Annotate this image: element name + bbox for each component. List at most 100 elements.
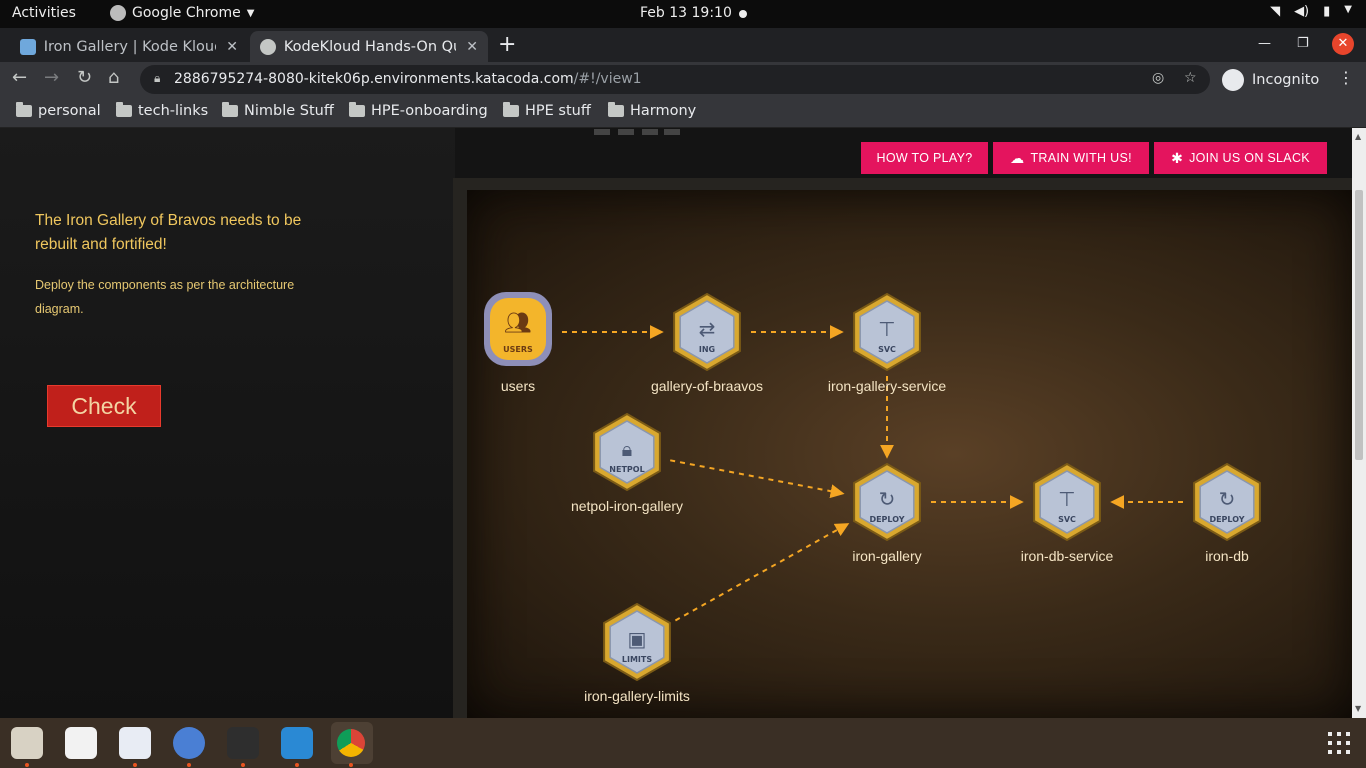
clock[interactable]: Feb 13 19:10 (640, 5, 732, 21)
files-icon[interactable] (11, 727, 43, 759)
how-to-play-button[interactable]: HOW TO PLAY? (861, 142, 988, 174)
volume-icon: ◀) (1294, 4, 1310, 19)
node-iron-gallery-service[interactable]: ⊤ SVC (853, 292, 921, 372)
tab-strip: Iron Gallery | Kode Kloud ✕ KodeKloud Ha… (0, 28, 1366, 62)
running-indicator (295, 763, 299, 767)
close-icon[interactable]: ✕ (466, 39, 478, 55)
folder-icon (349, 102, 365, 117)
incognito-profile[interactable]: Incognito (1218, 65, 1329, 94)
lock-icon: 🔒︎ (154, 71, 161, 85)
cloud-icon: ☁ (1010, 149, 1025, 166)
app-menu[interactable]: Google Chrome ▼ (110, 5, 254, 21)
globe-icon (260, 38, 276, 55)
home-icon[interactable]: ⌂ (108, 67, 119, 88)
node-label-gallery-of-braavos: gallery-of-braavos (650, 378, 764, 394)
reload-icon[interactable]: ↻ (77, 67, 92, 88)
notification-dot-icon (739, 10, 747, 18)
node-badge-text: DEPLOY (1209, 515, 1244, 524)
folder-icon (503, 102, 519, 117)
bookmark-label: tech-links (138, 103, 209, 119)
node-gallery-of-braavos[interactable]: ⇄ ING (673, 292, 741, 372)
bookmark-nimble-stuff[interactable]: Nimble Stuff (222, 102, 334, 119)
slack-label: JOIN US ON SLACK (1189, 151, 1310, 165)
new-tab-button[interactable]: + (498, 32, 516, 57)
browser-toolbar: ← → ↻ ⌂ 🔒︎ 2886795274-8080-kitek06p.envi… (0, 62, 1366, 96)
show-applications-icon[interactable] (1328, 732, 1350, 754)
decorative-dots (594, 129, 680, 135)
bookmark-harmony[interactable]: Harmony (608, 102, 697, 119)
close-icon[interactable]: ✕ (226, 39, 238, 55)
page-scrollbar[interactable]: ▲ ▼ (1352, 128, 1366, 718)
bookmark-tech-links[interactable]: tech-links (116, 102, 209, 119)
app-menu-label: Google Chrome (132, 5, 241, 21)
bookmark-label: HPE stuff (525, 103, 591, 119)
tab-kodekloud-quest[interactable]: KodeKloud Hands-On Qu ✕ (250, 31, 488, 62)
node-label-iron-gallery: iron-gallery (852, 548, 922, 564)
node-badge-text: SVC (1058, 515, 1076, 524)
join-slack-button[interactable]: ✱ JOIN US ON SLACK (1154, 142, 1327, 174)
node-badge-text: ING (699, 345, 715, 354)
window-close-button[interactable]: ✕ (1332, 33, 1354, 55)
bookmark-label: personal (38, 103, 101, 119)
running-indicator (241, 763, 245, 767)
bookmark-hpe-stuff[interactable]: HPE stuff (503, 102, 591, 119)
eye-off-icon[interactable]: ◎ (1152, 70, 1164, 86)
node-iron-gallery-limits[interactable]: ▣ LIMITS (603, 602, 671, 682)
check-button[interactable]: Check (47, 385, 161, 427)
node-label-netpol-iron-gallery: netpol-iron-gallery (570, 498, 684, 514)
how-to-play-label: HOW TO PLAY? (876, 151, 973, 165)
node-iron-gallery[interactable]: ↻ DEPLOY (853, 462, 921, 542)
node-iron-db-service[interactable]: ⊤ SVC (1033, 462, 1101, 542)
slack-app-icon[interactable] (65, 727, 97, 759)
architecture-diagram: 👥︎ USERS ⇄ ING ⊤ SVC 🔒︎ NETPOL ↻ DEPLOY ⊤ SVC ↻ DEPLO… (484, 292, 1261, 682)
incognito-icon (1222, 68, 1244, 91)
minimize-icon[interactable]: — (1258, 36, 1271, 51)
vscode-icon[interactable] (281, 727, 313, 759)
bookmark-hpe-onboarding[interactable]: HPE-onboarding (349, 102, 488, 119)
url-host: 2886795274-8080-kitek06p.environments.ka… (174, 71, 574, 87)
profile-label: Incognito (1252, 71, 1320, 88)
node-netpol-iron-gallery[interactable]: 🔒︎ NETPOL (593, 412, 661, 492)
node-badge-text: LIMITS (622, 655, 652, 664)
train-with-us-button[interactable]: ☁ TRAIN WITH US! (993, 142, 1149, 174)
wifi-icon: ◥ (1270, 4, 1281, 19)
tab-title: KodeKloud Hands-On Qu (283, 38, 457, 55)
back-arrow-icon[interactable]: ← (12, 67, 27, 88)
page-content: The Iron Gallery of Bravos needs to be r… (0, 128, 1352, 718)
chromium-icon[interactable] (173, 727, 205, 759)
scroll-down-icon[interactable]: ▼ (1355, 704, 1361, 713)
edge-iron-gallery-limits-to-iron-gallery (674, 523, 850, 622)
deploy-icon: ↻ (879, 487, 896, 511)
system-tray[interactable]: ◥ ◀) ▮ ▼ (1270, 4, 1352, 19)
forward-arrow-icon[interactable]: → (44, 67, 59, 88)
more-menu-icon[interactable]: ⋮ (1338, 68, 1354, 87)
text-editor-icon[interactable] (119, 727, 151, 759)
activities-button[interactable]: Activities (12, 5, 76, 21)
edge-netpol-iron-gallery-to-iron-gallery (670, 459, 845, 499)
system-top-bar: Activities Google Chrome ▼ Feb 13 19:10 … (0, 0, 1366, 28)
bookmark-label: HPE-onboarding (371, 103, 488, 119)
svc-icon: ⊤ (878, 317, 895, 341)
address-bar[interactable]: 🔒︎ 2886795274-8080-kitek06p.environments… (140, 65, 1210, 94)
netpol-icon: 🔒︎ (622, 437, 633, 461)
maximize-icon[interactable]: ❐ (1297, 36, 1309, 51)
node-users[interactable]: 👥︎ USERS (484, 292, 552, 366)
bookmark-personal[interactable]: personal (16, 102, 101, 119)
bookmark-label: Harmony (630, 103, 697, 119)
kodekloud-favicon-icon (20, 38, 36, 55)
limits-icon: ▣ (628, 627, 647, 651)
url-path: /#!/view1 (573, 71, 642, 87)
scrollbar-thumb[interactable] (1355, 190, 1363, 460)
node-badge-text: SVC (878, 345, 896, 354)
star-icon[interactable]: ☆ (1184, 70, 1197, 86)
node-iron-db[interactable]: ↻ DEPLOY (1193, 462, 1261, 542)
chrome-icon (110, 5, 126, 21)
caret-down-icon: ▼ (1344, 4, 1352, 15)
scroll-up-icon[interactable]: ▲ (1355, 132, 1361, 141)
deploy-icon: ↻ (1219, 487, 1236, 511)
tab-iron-gallery[interactable]: Iron Gallery | Kode Kloud ✕ (10, 31, 248, 62)
terminal-icon[interactable] (227, 727, 259, 759)
folder-icon (116, 102, 132, 117)
node-label-users: users (500, 378, 536, 394)
folder-icon (608, 102, 624, 117)
